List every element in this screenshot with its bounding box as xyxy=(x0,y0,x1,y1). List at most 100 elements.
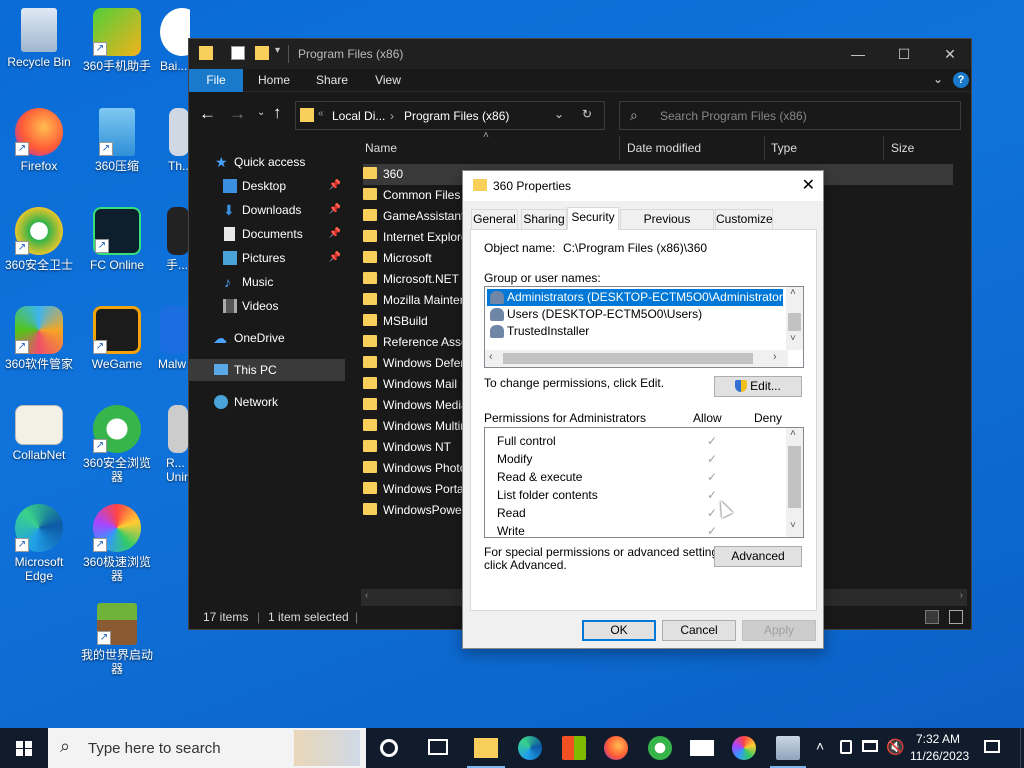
show-hidden-icons-chevron-icon[interactable]: ˄ xyxy=(816,738,824,768)
desktop-icon-game[interactable]: 手... xyxy=(166,207,190,272)
breadcrumb-local-disk[interactable]: Local Di... xyxy=(332,109,385,123)
details-view-icon[interactable] xyxy=(925,610,939,624)
desktop-icon-360-fast-browser[interactable]: ↗ 360极速浏览器 xyxy=(79,504,155,583)
desktop-icon-360-phone[interactable]: ↗ 360手机助手 xyxy=(79,8,155,73)
column-divider[interactable] xyxy=(619,136,620,160)
column-header-type[interactable]: Type xyxy=(771,136,797,160)
360-browser-taskbar-icon[interactable] xyxy=(648,736,672,760)
desktop-icon-this[interactable]: Th... xyxy=(168,108,190,173)
file-row[interactable]: MSBuild xyxy=(363,311,463,332)
column-divider[interactable] xyxy=(883,136,884,160)
up-arrow-icon[interactable]: ↑ xyxy=(273,103,282,123)
nav-this-pc[interactable]: This PC xyxy=(189,359,345,381)
tab-customize[interactable]: Customize xyxy=(715,209,773,229)
user-users[interactable]: Users (DESKTOP-ECTM5O0\Users) xyxy=(487,306,702,323)
tab-sharing[interactable]: Sharing xyxy=(521,209,567,229)
breadcrumb-program-files[interactable]: Program Files (x86) xyxy=(404,109,509,123)
minimize-button[interactable]: — xyxy=(835,39,881,69)
user-list-horizontal-scrollbar[interactable]: ‹ › xyxy=(485,350,788,367)
user-administrators[interactable]: Administrators (DESKTOP-ECTM5O0\Administ… xyxy=(487,289,793,306)
tab-file[interactable]: File xyxy=(189,69,243,92)
tab-view[interactable]: View xyxy=(363,69,413,92)
cancel-button[interactable]: Cancel xyxy=(662,620,736,641)
file-row[interactable]: Common Files xyxy=(363,185,463,206)
tab-general[interactable]: General xyxy=(471,209,518,229)
desktop-icon-malwarebytes[interactable]: Malw xyxy=(158,306,190,371)
recent-locations-chevron-icon[interactable]: ⌄ xyxy=(257,107,265,118)
scroll-down-icon[interactable]: ˅ xyxy=(790,333,796,344)
desktop-icon-360-browser[interactable]: ↗ 360安全浏览器 xyxy=(79,405,155,484)
nav-desktop[interactable]: Desktop 📌 xyxy=(189,175,345,197)
column-divider[interactable] xyxy=(764,136,765,160)
scroll-thumb[interactable] xyxy=(503,353,753,364)
file-row[interactable]: Windows Portable Devices xyxy=(363,479,463,500)
file-row[interactable]: Reference Assemblies xyxy=(363,332,463,353)
nav-onedrive[interactable]: ☁ OneDrive xyxy=(189,327,345,349)
overflow-chevron-icon[interactable]: « xyxy=(318,108,324,119)
address-bar[interactable]: « Local Di... › Program Files (x86) ⌄ ↻ xyxy=(295,101,605,130)
file-row[interactable]: Windows Multimedia xyxy=(363,416,463,437)
network-icon[interactable] xyxy=(862,740,878,752)
firefox-taskbar-icon[interactable] xyxy=(604,736,628,760)
tab-previous-versions[interactable]: Previous Versions xyxy=(620,209,714,244)
file-row[interactable]: Windows Media Player xyxy=(363,395,463,416)
task-view-icon[interactable] xyxy=(428,739,448,755)
nav-music[interactable]: ♪ Music xyxy=(189,271,345,293)
scroll-down-icon[interactable]: ˅ xyxy=(790,520,796,531)
nav-documents[interactable]: Documents 📌 xyxy=(189,223,345,245)
file-row[interactable]: Windows NT xyxy=(363,437,463,458)
file-row[interactable]: WindowsPowerShell xyxy=(363,500,463,521)
explorer-titlebar[interactable]: ▾ Program Files (x86) — ☐ ✕ xyxy=(189,39,971,69)
file-row[interactable]: Microsoft.NET xyxy=(363,269,463,290)
desktop-icon-edge[interactable]: ↗ Microsoft Edge xyxy=(1,504,77,583)
file-row[interactable]: Microsoft xyxy=(363,248,463,269)
nav-videos[interactable]: Videos xyxy=(189,295,345,317)
task-view-cortana-icon[interactable] xyxy=(380,739,398,757)
close-button[interactable]: ✕ xyxy=(927,39,973,69)
scroll-right-icon[interactable]: › xyxy=(773,351,777,363)
tab-security[interactable]: Security xyxy=(567,207,619,230)
desktop-icon-minecraft[interactable]: ↗ 我的世界启动器 xyxy=(79,603,155,676)
desktop-icon-360-software[interactable]: ↗ 360软件管家 xyxy=(1,306,77,371)
scroll-up-icon[interactable]: ˄ xyxy=(790,287,796,298)
address-dropdown-icon[interactable]: ⌄ xyxy=(554,107,564,121)
refresh-icon[interactable]: ↻ xyxy=(582,107,592,121)
user-list-vertical-scrollbar[interactable]: ˄ ˅ xyxy=(786,287,803,350)
desktop-icon-baidu[interactable]: Bai... xyxy=(160,8,190,73)
clock-date[interactable]: 11/26/2023 xyxy=(910,749,969,768)
store-taskbar-icon[interactable] xyxy=(562,736,586,760)
volume-muted-icon[interactable]: 🔇 xyxy=(886,738,905,768)
properties-quick-icon[interactable] xyxy=(231,46,245,60)
column-header-size[interactable]: Size xyxy=(891,136,914,160)
maximize-button[interactable]: ☐ xyxy=(881,39,927,69)
forward-arrow-icon[interactable]: → xyxy=(229,104,246,124)
nav-network[interactable]: Network xyxy=(189,391,345,413)
apply-button[interactable]: Apply xyxy=(742,620,816,641)
desktop-icon-wegame[interactable]: ↗ WeGame xyxy=(79,306,155,371)
file-explorer-taskbar-icon[interactable] xyxy=(474,738,498,758)
desktop-icon-firefox[interactable]: ↗ Firefox xyxy=(1,108,77,173)
permissions-vertical-scrollbar[interactable]: ˄ ˅ xyxy=(786,428,803,537)
user-trustedinstaller[interactable]: TrustedInstaller xyxy=(487,323,589,340)
scroll-thumb[interactable] xyxy=(788,446,801,508)
tab-share[interactable]: Share xyxy=(307,69,357,92)
advanced-button[interactable]: Advanced xyxy=(714,546,802,567)
file-row[interactable]: Windows Photo Viewer xyxy=(363,458,463,479)
show-desktop-button[interactable] xyxy=(1020,728,1024,768)
search-box[interactable]: ⌕ Search Program Files (x86) xyxy=(619,101,961,130)
scroll-left-icon[interactable]: ‹ xyxy=(365,590,368,601)
new-folder-quick-icon[interactable] xyxy=(255,46,269,60)
scroll-up-icon[interactable]: ˄ xyxy=(790,428,796,439)
desktop-icon-uninstall[interactable]: R... Unin... xyxy=(166,405,190,484)
help-icon[interactable]: ? xyxy=(953,72,969,88)
nav-pictures[interactable]: Pictures 📌 xyxy=(189,247,345,269)
column-header-date-modified[interactable]: Date modified xyxy=(627,136,701,160)
tray-app-icon[interactable] xyxy=(840,740,852,754)
desktop-icon-fc-online[interactable]: ↗ FC Online xyxy=(79,207,155,272)
nav-downloads[interactable]: ⬇ Downloads 📌 xyxy=(189,199,345,221)
taskbar-search-box[interactable]: ⌕ Type here to search xyxy=(48,728,366,768)
user-list[interactable]: Administrators (DESKTOP-ECTM5O0\Administ… xyxy=(484,286,804,368)
desktop-icon-360zip[interactable]: ↗ 360压缩 xyxy=(79,108,155,173)
desktop-icon-recycle-bin[interactable]: Recycle Bin xyxy=(1,8,77,69)
column-header-name[interactable]: Name xyxy=(365,136,397,160)
